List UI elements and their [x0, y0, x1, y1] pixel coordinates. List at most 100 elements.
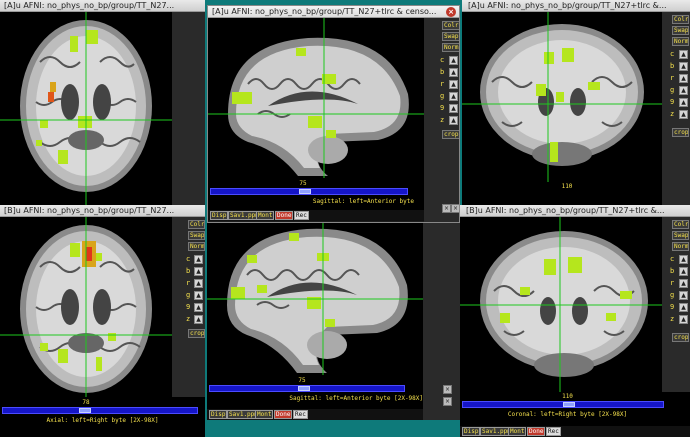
close-icon[interactable]: × — [446, 7, 456, 17]
sagittal-window-a-title[interactable]: [A]u AFNI: no_phys_no_bp/group/TT_N27+tl… — [208, 6, 459, 18]
arrow-up-icon[interactable]: ▲ — [679, 50, 688, 59]
disp-button[interactable]: Disp — [210, 211, 229, 220]
crop-button[interactable]: crop — [672, 128, 689, 137]
sagittal-slider-thumb-a[interactable] — [299, 189, 311, 194]
norm-button[interactable]: Norm — [188, 242, 205, 251]
arrow-up-icon[interactable]: ▲ — [679, 279, 688, 288]
coronal-image-view-b[interactable] — [460, 217, 662, 392]
norm-button[interactable]: Norm — [672, 242, 689, 251]
done-button[interactable]: Done — [527, 427, 546, 436]
sagittal-orientation-caption-b: Sagittal: left=Anterior byte [2X-98X] — [289, 395, 423, 402]
rec-button[interactable]: Rec — [546, 427, 561, 436]
coronal-brain-image-a — [462, 12, 662, 182]
colr-button[interactable]: Colr — [672, 220, 689, 229]
done-button[interactable]: Done — [275, 211, 294, 220]
rec-button[interactable]: Rec — [294, 211, 309, 220]
axial-sidebar-a — [172, 12, 205, 205]
arrow-up-icon[interactable]: ▲ — [194, 315, 203, 324]
sagittal-brain-image-b — [207, 205, 423, 375]
sagittal-sidebar-b — [423, 205, 460, 420]
sagittal-slider-area-b: 75 Sagittal: left=Anterior byte [2X-98X] — [207, 375, 423, 409]
arrow-up-icon[interactable]: ▲ — [194, 303, 203, 312]
swap-button[interactable]: Swap — [188, 231, 205, 240]
norm-button[interactable]: Norm — [442, 43, 459, 52]
swap-button[interactable]: Swap — [672, 26, 689, 35]
disp-button[interactable]: Disp — [462, 427, 481, 436]
arrow-up-icon[interactable]: ▲ — [449, 56, 458, 65]
close-icon[interactable]: × — [442, 204, 451, 213]
mont-button[interactable]: Mont — [508, 427, 527, 436]
coronal-window-b: [B]u AFNI: no_phys_no_bp/group/TT_N27+tl… — [460, 205, 690, 437]
key-z-label: z — [670, 110, 675, 118]
axial-window-b-title[interactable]: [B]u AFNI: no_phys_no_bp/group/TT_N27... — [0, 205, 205, 217]
arrow-up-icon[interactable]: ▲ — [679, 267, 688, 276]
sagittal-window-b: 75 Sagittal: left=Anterior byte [2X-98X]… — [207, 205, 460, 420]
coronal-image-view-a[interactable] — [462, 12, 662, 182]
colr-button[interactable]: Colr — [672, 15, 689, 24]
arrow-up-icon[interactable]: ▲ — [679, 86, 688, 95]
disp-button[interactable]: Disp — [209, 410, 228, 419]
key-9-label: 9 — [670, 303, 675, 311]
mont-button[interactable]: Mont — [256, 211, 275, 220]
coronal-slice-slider[interactable] — [462, 401, 664, 408]
sagittal-image-view-b[interactable] — [207, 205, 423, 375]
coronal-slice-number-a: 110 — [561, 183, 573, 190]
axial-image-view-b[interactable] — [0, 217, 172, 397]
swap-button[interactable]: Swap — [442, 32, 459, 41]
sagittal-orientation-caption-a: Sagittal: left=Anterior byte — [312, 198, 414, 205]
coronal-window-b-title[interactable]: [B]u AFNI: no_phys_no_bp/group/TT_N27+tl… — [460, 205, 690, 217]
close-icon[interactable]: × — [443, 397, 452, 406]
sagittal-bottom-bar-b: Disp Sav1.ppm Mont Done Rec — [207, 409, 423, 420]
arrow-up-icon[interactable]: ▲ — [449, 92, 458, 101]
crop-button[interactable]: crop — [672, 333, 689, 342]
norm-button[interactable]: Norm — [672, 37, 689, 46]
arrow-up-icon[interactable]: ▲ — [679, 291, 688, 300]
sagittal-slider-thumb-b[interactable] — [298, 386, 310, 391]
crop-button[interactable]: crop — [442, 130, 459, 139]
key-b-label: b — [670, 62, 675, 70]
arrow-up-icon[interactable]: ▲ — [194, 279, 203, 288]
arrow-up-icon[interactable]: ▲ — [679, 303, 688, 312]
coronal-window-a-title[interactable]: [A]u AFNI: no_phys_no_bp/group/TT_N27+tl… — [462, 0, 690, 12]
sagittal-slice-slider-a[interactable] — [210, 188, 408, 195]
key-b-label: b — [440, 68, 445, 76]
arrow-up-icon[interactable]: ▲ — [679, 74, 688, 83]
rec-button[interactable]: Rec — [293, 410, 308, 419]
arrow-up-icon[interactable]: ▲ — [449, 116, 458, 125]
swap-button[interactable]: Swap — [672, 231, 689, 240]
coronal-sidebar-b: Colr Swap Norm c ▲ b ▲ r ▲ g ▲ 9 ▲ z ▲ c… — [662, 217, 690, 397]
close-icon[interactable]: × — [451, 204, 459, 213]
sagittal-image-view-a[interactable] — [208, 18, 424, 178]
arrow-up-icon[interactable]: ▲ — [679, 62, 688, 71]
axial-window-a: [A]u AFNI: no_phys_no_bp/group/TT_N27... — [0, 0, 205, 205]
key-g-label: g — [670, 86, 675, 94]
key-c-label: c — [670, 50, 675, 58]
coronal-slider-area-b: 110 Coronal: left=Right byte [2X-98X] — [460, 392, 690, 426]
arrow-up-icon[interactable]: ▲ — [194, 267, 203, 276]
arrow-up-icon[interactable]: ▲ — [679, 315, 688, 324]
axial-slice-slider[interactable] — [2, 407, 198, 414]
sagittal-slice-slider-b[interactable] — [209, 385, 405, 392]
arrow-up-icon[interactable]: ▲ — [194, 291, 203, 300]
arrow-up-icon[interactable]: ▲ — [449, 104, 458, 113]
arrow-up-icon[interactable]: ▲ — [679, 110, 688, 119]
mont-button[interactable]: Mont — [255, 410, 274, 419]
arrow-up-icon[interactable]: ▲ — [679, 98, 688, 107]
axial-slider-thumb[interactable] — [79, 408, 91, 413]
arrow-up-icon[interactable]: ▲ — [449, 80, 458, 89]
close-icon[interactable]: × — [443, 385, 452, 394]
axial-image-view-a[interactable] — [0, 12, 172, 205]
axial-window-a-title[interactable]: [A]u AFNI: no_phys_no_bp/group/TT_N27... — [0, 0, 205, 12]
colr-button[interactable]: Colr — [442, 21, 459, 30]
colr-button[interactable]: Colr — [188, 220, 205, 229]
coronal-slider-thumb[interactable] — [563, 402, 575, 407]
key-9-label: 9 — [670, 98, 675, 106]
crop-button[interactable]: crop — [188, 329, 205, 338]
arrow-up-icon[interactable]: ▲ — [679, 255, 688, 264]
arrow-up-icon[interactable]: ▲ — [194, 255, 203, 264]
arrow-up-icon[interactable]: ▲ — [449, 68, 458, 77]
sagittal-window-a: [A]u AFNI: no_phys_no_bp/group/TT_N27+tl… — [207, 5, 460, 223]
key-g-label: g — [670, 291, 675, 299]
done-button[interactable]: Done — [274, 410, 293, 419]
sagittal-slider-area-a: 75 Sagittal: left=Anterior byte — [208, 178, 424, 210]
